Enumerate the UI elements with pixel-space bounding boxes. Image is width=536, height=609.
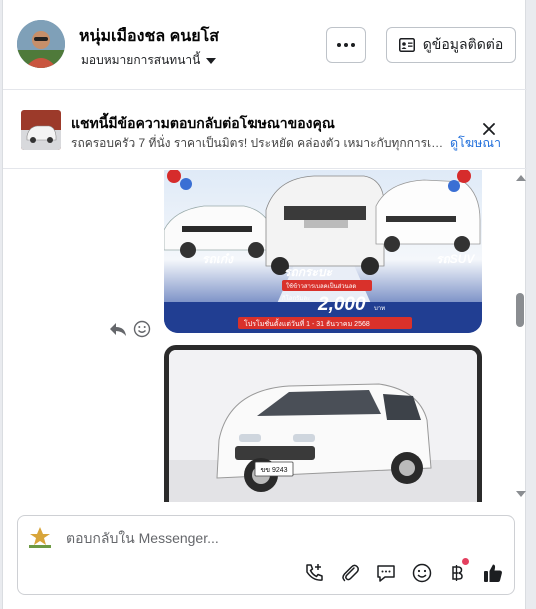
caret-down-icon xyxy=(206,58,217,64)
conversation-header: หนุ่มเมืองชล คนยโส มอบหมายการสนทนานี้ ดู… xyxy=(3,0,527,90)
ad-discount-value: 2,000 xyxy=(317,294,366,315)
assign-label: มอบหมายการสนทนานี้ xyxy=(81,53,201,67)
saved-replies-icon[interactable] xyxy=(375,562,397,584)
more-options-button[interactable] xyxy=(326,27,366,63)
avatar[interactable] xyxy=(17,20,65,68)
more-dots-icon xyxy=(337,43,355,47)
car-photo-message[interactable]: ขข 9243 xyxy=(164,345,482,502)
thread-scrollbar[interactable] xyxy=(514,175,526,497)
ad-banner-title: แชทนี้มีข้อความตอบกลับต่อโฆษณาของคุณ xyxy=(71,115,335,131)
close-icon[interactable] xyxy=(481,121,497,137)
ad-banner-text: รถครอบครัว 7 ที่นั่ง ราคาเป็นมิตร! ประหย… xyxy=(71,136,447,150)
scroll-thumb[interactable] xyxy=(516,293,524,327)
contact-card-icon xyxy=(398,38,415,52)
license-plate: ขข 9243 xyxy=(260,467,287,474)
view-contact-button[interactable]: ดูข้อมูลติดต่อ xyxy=(386,27,516,63)
ad-reply-banner: แชทนี้มีข้อความตอบกลับต่อโฆษณาของคุณ รถค… xyxy=(3,91,527,169)
messenger-panel: หนุ่มเมืองชล คนยโส มอบหมายการสนทนานี้ ดู… xyxy=(2,0,527,609)
ad-thumbnail[interactable] xyxy=(21,110,61,150)
scroll-down-arrow-icon[interactable] xyxy=(516,491,526,497)
ad-label-pickup: รถกระบะ xyxy=(284,265,333,279)
view-contact-label: ดูข้อมูลติดต่อ xyxy=(422,36,504,52)
call-icon[interactable] xyxy=(303,562,325,584)
reply-input[interactable] xyxy=(66,528,486,548)
assign-conversation-dropdown[interactable]: มอบหมายการสนทนานี้ xyxy=(81,51,217,70)
reply-icon[interactable] xyxy=(109,320,127,338)
message-thread: รถเก๋ง รถกระบะ รถSUV ใช้ข้าวสารเบลคเป็นส… xyxy=(3,170,527,502)
ad-label-sedan: รถเก๋ง xyxy=(202,252,234,266)
page-logo-icon xyxy=(26,525,54,549)
ad-image-message[interactable]: รถเก๋ง รถกระบะ รถSUV ใช้ข้าวสารเบลคเป็นส… xyxy=(164,170,482,333)
page-name: หนุ่มเมืองชล คนยโส xyxy=(79,28,219,45)
ad-discount-prefix: กิโลกรัมละ xyxy=(282,294,311,302)
ad-discount-unit: บาท xyxy=(374,306,385,312)
scroll-up-arrow-icon[interactable] xyxy=(516,175,526,181)
message-composer xyxy=(17,515,515,595)
attachment-icon[interactable] xyxy=(339,562,361,584)
notification-dot xyxy=(462,558,469,565)
react-emoji-icon[interactable] xyxy=(133,320,151,338)
ad-label-suv: รถSUV xyxy=(436,252,475,266)
emoji-icon[interactable] xyxy=(411,562,433,584)
payment-baht-icon[interactable] xyxy=(446,562,468,584)
like-icon[interactable] xyxy=(482,562,504,584)
